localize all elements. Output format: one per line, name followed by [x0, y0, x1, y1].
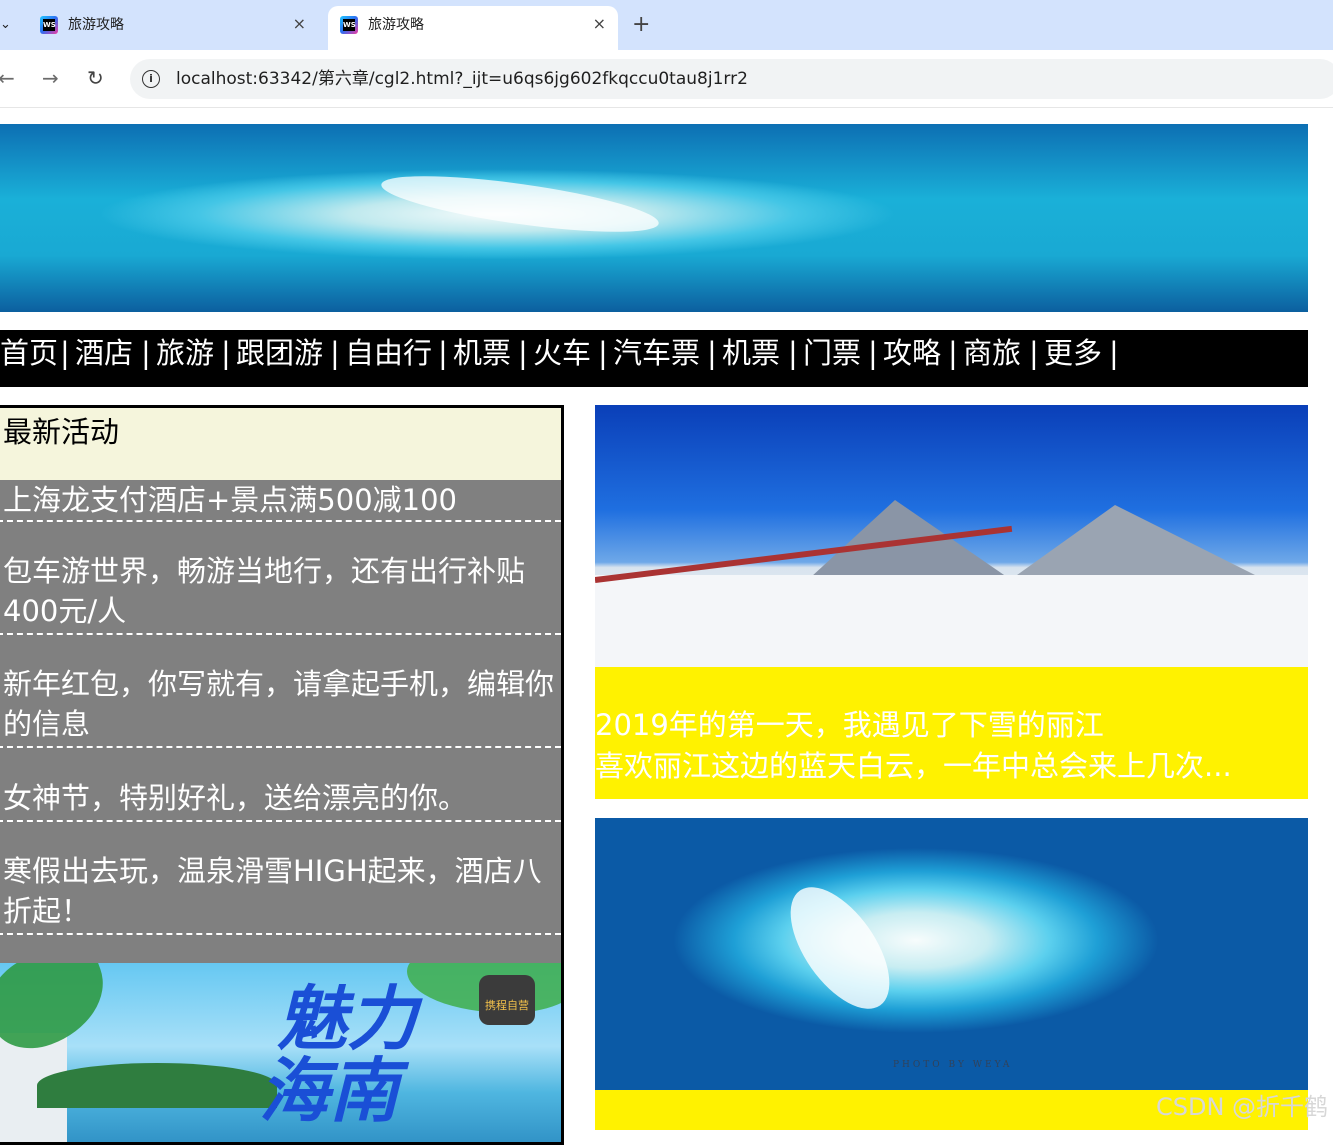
close-tab-icon[interactable]: × — [593, 14, 606, 34]
back-arrow-icon[interactable]: ← — [0, 65, 15, 91]
nav-separator: | — [868, 336, 878, 370]
browser-toolbar: ← → ↻ i localhost:63342/第六章/cgl2.html?_i… — [0, 50, 1333, 108]
tab-title: 旅游攻略 — [68, 17, 124, 33]
csdn-watermark: CSDN @折千鹤 — [1156, 1093, 1329, 1121]
nav-separator: | — [141, 336, 151, 370]
snow-mountain-image — [595, 405, 1308, 667]
activity-item[interactable]: 寒假出去玩，温泉滑雪HIGH起来，酒店八折起！ — [0, 851, 561, 935]
promo-headline-1: 魅力 — [277, 977, 417, 1060]
nav-item-flight-2[interactable]: 机票 — [722, 330, 780, 387]
nav-separator: | — [948, 336, 958, 370]
browser-tab-strip: ⌄ WS 旅游攻略 × WS 旅游攻略 × + — [0, 0, 1333, 50]
nav-separator: | — [1029, 336, 1039, 370]
webstorm-favicon-icon: WS — [340, 16, 358, 34]
main-nav: 首页 | 酒店 | 旅游 | 跟团游 | 自由行 | 机票 | 火车 | 汽车票… — [0, 330, 1308, 387]
nav-item-more[interactable]: 更多 — [1044, 330, 1102, 387]
ctrip-logo-icon: 携程自营 — [479, 975, 535, 1025]
nav-item-flight[interactable]: 机票 — [453, 330, 511, 387]
new-tab-button[interactable]: + — [632, 12, 650, 38]
address-bar[interactable]: i localhost:63342/第六章/cgl2.html?_ijt=u6q… — [130, 59, 1333, 99]
activity-item[interactable]: 女神节，特别好礼，送给漂亮的你。 — [0, 778, 561, 822]
nav-item-group-tour[interactable]: 跟团游 — [236, 330, 323, 387]
card-caption-line-1: 2019年的第一天，我遇见了下雪的丽江 — [595, 708, 1104, 742]
nav-separator: | — [707, 336, 717, 370]
photo-credit: PHOTO BY WEYA — [893, 1060, 1013, 1070]
browser-tab-1[interactable]: WS 旅游攻略 × — [28, 6, 318, 50]
reload-icon[interactable]: ↻ — [87, 65, 104, 91]
lagoon-card[interactable]: PHOTO BY WEYA — [595, 818, 1308, 1130]
close-tab-icon[interactable]: × — [293, 14, 306, 34]
nav-item-train[interactable]: 火车 — [533, 330, 591, 387]
banner-image — [0, 124, 1308, 312]
nav-item-hotel[interactable]: 酒店 — [75, 330, 133, 387]
nav-separator: | — [518, 336, 528, 370]
card-caption: 2019年的第一天，我遇见了下雪的丽江 喜欢丽江这边的蓝天白云，一年中总会来上几… — [595, 705, 1308, 787]
activity-item[interactable]: 上海龙支付酒店+景点满500减100 — [0, 480, 561, 522]
nav-item-home[interactable]: 首页 — [0, 330, 58, 387]
forward-arrow-icon[interactable]: → — [42, 65, 59, 91]
activities-title: 最新活动 — [3, 415, 120, 449]
card-caption-line-2: 喜欢丽江这边的蓝天白云，一年中总会来上几次... — [595, 749, 1232, 783]
hainan-promo-image[interactable]: 魅力 海南 携程自营 — [0, 963, 561, 1142]
nav-item-guide[interactable]: 攻略 — [883, 330, 941, 387]
latest-activities-panel: 最新活动 上海龙支付酒店+景点满500减100 包车游世界，畅游当地行，还有出行… — [0, 405, 564, 1145]
nav-item-free-travel[interactable]: 自由行 — [345, 330, 432, 387]
nav-separator: | — [60, 336, 70, 370]
nav-separator: | — [598, 336, 608, 370]
tab-search-icon[interactable]: ⌄ — [0, 14, 14, 36]
lagoon-image: PHOTO BY WEYA — [595, 818, 1308, 1090]
nav-separator: | — [221, 336, 231, 370]
nav-item-travel[interactable]: 旅游 — [156, 330, 214, 387]
nav-separator: | — [1109, 336, 1119, 370]
nav-item-bus-ticket[interactable]: 汽车票 — [613, 330, 700, 387]
lijiang-snow-card[interactable]: 2019年的第一天，我遇见了下雪的丽江 喜欢丽江这边的蓝天白云，一年中总会来上几… — [595, 405, 1308, 799]
url-text[interactable]: localhost:63342/第六章/cgl2.html?_ijt=u6qs6… — [176, 68, 748, 90]
web-page: 首页 | 酒店 | 旅游 | 跟团游 | 自由行 | 机票 | 火车 | 汽车票… — [0, 109, 1333, 1145]
nav-item-tickets[interactable]: 门票 — [803, 330, 861, 387]
site-info-icon[interactable]: i — [142, 70, 160, 88]
nav-separator: | — [788, 336, 798, 370]
browser-tab-2-active[interactable]: WS 旅游攻略 × — [328, 6, 618, 50]
promo-headline-2: 海南 — [259, 1049, 399, 1132]
activity-item[interactable]: 包车游世界，畅游当地行，还有出行补贴400元/人 — [0, 551, 561, 635]
tab-title: 旅游攻略 — [368, 17, 424, 33]
nav-item-business[interactable]: 商旅 — [963, 330, 1021, 387]
webstorm-favicon-icon: WS — [40, 16, 58, 34]
activities-header: 最新活动 — [0, 408, 561, 480]
nav-separator: | — [438, 336, 448, 370]
activity-item[interactable]: 新年红包，你写就有，请拿起手机，编辑你的信息 — [0, 664, 561, 748]
nav-separator: | — [330, 336, 340, 370]
